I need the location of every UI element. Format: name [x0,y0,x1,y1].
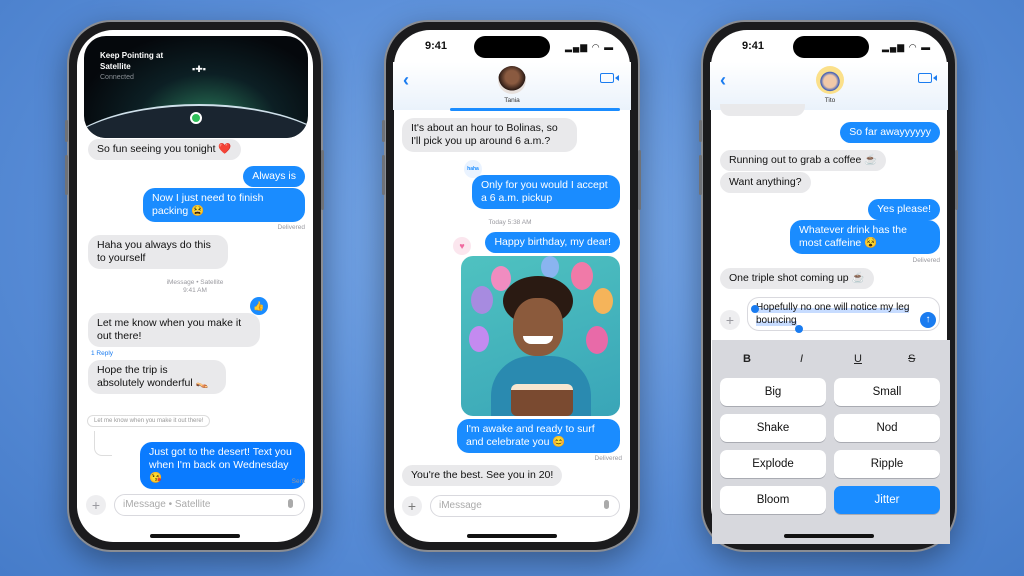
effect-ripple[interactable]: Ripple [834,450,940,478]
plus-button[interactable]: + [720,310,740,330]
effect-jitter[interactable]: Jitter [834,486,940,514]
plus-button[interactable]: + [402,496,422,516]
message-bubble: Happy birthday, my dear! [485,232,620,253]
message-bubble: You're the best. See you in 20! [402,465,563,486]
satellite-title: Keep Pointing at Satellite [100,51,164,71]
home-indicator [150,534,240,538]
message-bubble: So fun seeing you tonight ❤️ [88,139,241,160]
reply-count-link[interactable]: 1 Reply [91,350,113,357]
heart-reaction[interactable]: ♥ [453,237,471,255]
quoted-reply[interactable]: Let me know when you make it out there! [87,415,211,427]
effect-nod[interactable]: Nod [834,414,940,442]
thread-line [94,431,112,456]
back-chevron-icon[interactable]: ‹ [403,70,409,91]
message-bubble: I'm awake and ready to surf and celebrat… [457,419,620,453]
delivered-label: Delivered [277,224,305,231]
delivered-label: Delivered [912,257,940,264]
birthday-image[interactable] [461,256,620,416]
draft-text[interactable]: Hopefully no one will notice my leg boun… [756,302,910,326]
message-bubble: Just got to the desert! Text you when I'… [140,442,305,489]
sent-label: Sent [291,478,305,485]
dynamic-island [474,36,550,58]
strikethrough-button[interactable]: S [908,353,915,365]
status-icons: ▂▄▆ ◠ ▬ [882,42,932,52]
effect-shake[interactable]: Shake [720,414,826,442]
message-bubble: One triple shot coming up ☕ [720,268,874,289]
message-bubble: So far awayyyyyy [840,122,940,143]
message-bubble: Now I just need to finish packing 😫 [143,188,305,222]
message-bubble: Hope the trip is absolutely wonderful 👡 [88,360,226,394]
status-time: 9:41 [425,40,448,52]
service-label: iMessage • Satellite [166,279,224,286]
plus-button[interactable]: + [86,495,106,515]
message-bubble: Haha you always do this to yourself [88,235,228,269]
message-input[interactable]: iMessage • Satellite [114,494,305,516]
delivered-label: Delivered [594,455,622,462]
video-call-icon[interactable] [600,73,619,83]
message-bubble: Running out to grab a coffee ☕ [720,150,887,171]
home-indicator [467,534,557,538]
message-input[interactable]: iMessage [430,495,620,517]
thumbs-up-reaction[interactable]: 👍 [250,297,268,315]
timestamp: Today 5:38 AM [488,219,532,226]
selection-handle-end[interactable] [795,325,803,333]
satellite-live-activity: ▪✚▪ Keep Pointing at Satellite Connected [84,36,308,138]
satellite-icon: ▪✚▪ [192,64,206,74]
message-bubble: Let me know when you make it out there! [88,313,260,347]
message-input[interactable]: Hopefully no one will notice my leg boun… [747,297,940,331]
contact-avatar[interactable] [816,66,844,94]
video-call-icon[interactable] [918,73,937,83]
effect-big[interactable]: Big [720,378,826,406]
back-chevron-icon[interactable]: ‹ [720,70,726,91]
status-icons: ▂▄▆ ◠ ▬ [565,42,615,52]
microphone-icon[interactable] [604,500,609,509]
message-bubble: Yes please! [868,199,940,220]
contact-name[interactable]: Tito [800,97,860,104]
message-bubble: Want anything? [720,172,811,193]
home-indicator [784,534,874,538]
dynamic-island [793,36,869,58]
send-button[interactable]: ↑ [920,312,936,328]
bold-button[interactable]: B [743,353,751,365]
satellite-status: Connected [100,74,134,81]
underline-button[interactable]: U [854,353,862,365]
message-bubble: Only for you would I accept a 6 a.m. pic… [472,175,620,209]
service-time: 9:41 AM [183,287,207,294]
message-bubble: Whatever drink has the most caffeine 😵 [790,220,940,254]
location-dot [190,112,202,124]
message-bubble: It's about an hour to Bolinas, so I'll p… [402,118,577,152]
message-bubble: Always is [243,166,305,187]
contact-name[interactable]: Tania [482,97,542,104]
selection-handle-start[interactable] [751,305,759,313]
microphone-icon[interactable] [288,499,293,508]
effect-bloom[interactable]: Bloom [720,486,826,514]
effect-small[interactable]: Small [834,378,940,406]
effect-explode[interactable]: Explode [720,450,826,478]
contact-avatar[interactable] [498,66,526,94]
status-time: 9:41 [742,40,765,52]
italic-button[interactable]: I [800,353,803,365]
